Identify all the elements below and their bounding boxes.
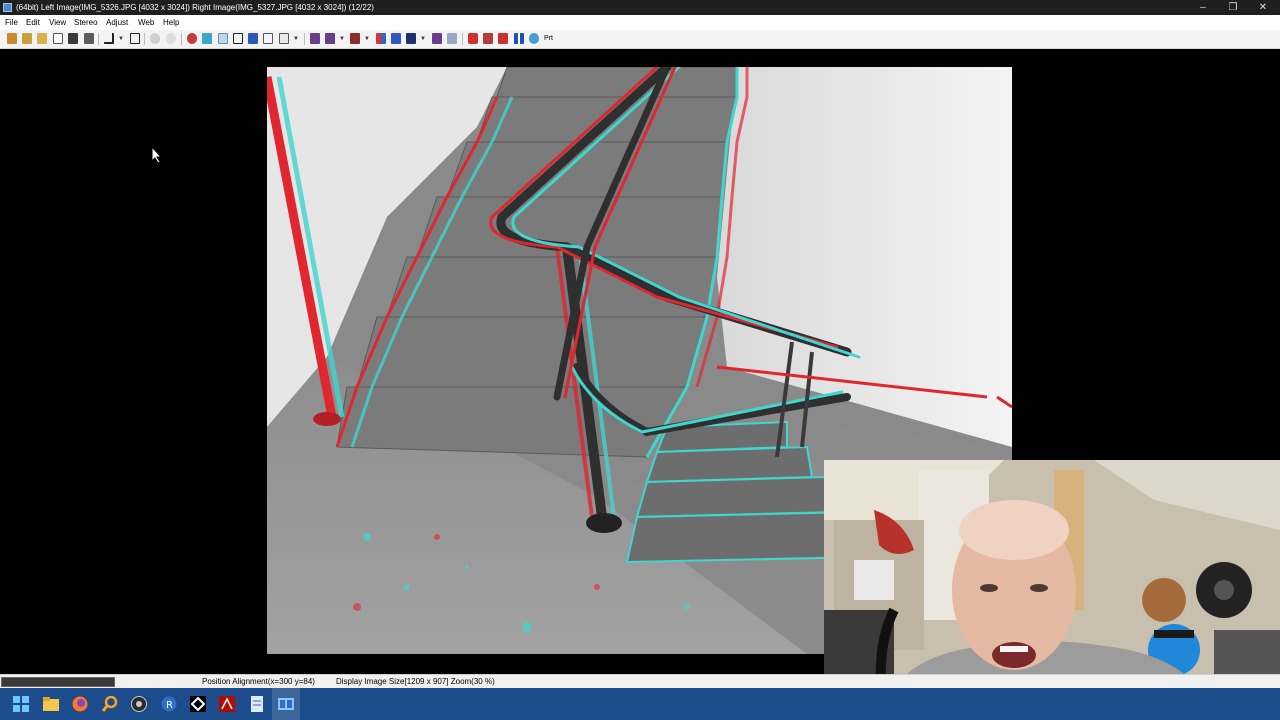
menu-help[interactable]: Help: [163, 15, 179, 30]
app-r-icon[interactable]: R: [161, 696, 177, 712]
toolbar: ▼ ▼ ▼ ▼ ▼ Prt: [0, 30, 1280, 49]
rotate-icon[interactable]: [483, 33, 493, 44]
unity-icon[interactable]: [190, 696, 206, 712]
new-image-icon[interactable]: [53, 33, 63, 44]
open-stereo-icon[interactable]: [7, 33, 17, 44]
undo-icon[interactable]: [150, 33, 160, 44]
previous-icon[interactable]: [248, 33, 258, 44]
menu-adjust[interactable]: Adjust: [106, 15, 128, 30]
redo-icon[interactable]: [166, 33, 176, 44]
grid-icon[interactable]: [263, 33, 273, 44]
taskbar: R: [0, 688, 1280, 720]
side-by-side-icon[interactable]: [310, 33, 320, 44]
stereophoto-maker-taskbar-item[interactable]: [272, 688, 300, 720]
cross-view-icon[interactable]: [325, 33, 335, 44]
progress-indicator: [1, 677, 115, 687]
zoom-icon[interactable]: [279, 33, 289, 44]
search-magnifier-icon[interactable]: [102, 696, 118, 712]
notepad-icon[interactable]: [249, 696, 265, 712]
anaglyph-icon[interactable]: [350, 33, 360, 44]
fullscreen-icon[interactable]: [233, 33, 243, 44]
minimize-button[interactable]: –: [1188, 0, 1218, 15]
zoom-dropdown-icon[interactable]: ▼: [293, 35, 299, 43]
pause-icon[interactable]: [514, 33, 524, 44]
open-left-right-icon[interactable]: [22, 33, 32, 44]
stereophoto-maker-icon: [278, 698, 294, 710]
app-icon: [3, 3, 12, 12]
firefox-icon[interactable]: [72, 696, 88, 712]
menu-bar: File Edit View Stereo Adjust Web Help: [0, 15, 1280, 30]
crop-dropdown-icon[interactable]: ▼: [118, 35, 124, 43]
align-grid-icon[interactable]: [498, 33, 508, 44]
obs-icon[interactable]: [131, 696, 147, 712]
toolbar-separator: [98, 33, 99, 45]
menu-web[interactable]: Web: [138, 15, 154, 30]
windows-start-icon[interactable]: [13, 696, 29, 712]
swipe-icon[interactable]: [406, 33, 416, 44]
auto-align-icon[interactable]: [187, 33, 197, 44]
toolbar-separator: [462, 33, 463, 45]
interlace-icon[interactable]: [376, 33, 386, 44]
toolbar-separator: [304, 33, 305, 45]
crop-icon[interactable]: [104, 33, 114, 44]
menu-file[interactable]: File: [5, 15, 18, 30]
mirror-icon[interactable]: [432, 33, 442, 44]
maximize-button[interactable]: ❐: [1218, 0, 1248, 15]
window-title: (64bit) Left Image(IMG_5326.JPG [4032 x …: [16, 3, 374, 12]
acrobat-icon[interactable]: [219, 696, 235, 712]
file-explorer-icon[interactable]: [43, 696, 59, 712]
toolbar-separator: [181, 33, 182, 45]
menu-stereo[interactable]: Stereo: [74, 15, 98, 30]
mouse-cursor-icon: [151, 146, 163, 164]
over-under-icon[interactable]: [391, 33, 401, 44]
fit-icon[interactable]: [130, 33, 140, 44]
menu-view[interactable]: View: [49, 15, 66, 30]
status-bar: Position Alignment(x=300 y=84) Display I…: [0, 674, 1280, 689]
status-position-alignment: Position Alignment(x=300 y=84): [202, 677, 315, 686]
toolbar-separator: [144, 33, 145, 45]
menu-edit[interactable]: Edit: [26, 15, 40, 30]
save-all-icon[interactable]: [84, 33, 94, 44]
red-marker-icon[interactable]: [468, 33, 478, 44]
anaglyph-dropdown-icon[interactable]: ▼: [364, 35, 370, 43]
view-dropdown-icon[interactable]: ▼: [339, 35, 345, 43]
status-display-size-zoom: Display Image Size[1209 x 907] Zoom(30 %…: [336, 677, 495, 686]
print-button[interactable]: Prt: [544, 33, 556, 44]
open-folder-icon[interactable]: [37, 33, 47, 44]
settings-icon[interactable]: [529, 33, 539, 44]
close-button[interactable]: ✕: [1248, 0, 1278, 15]
depth-icon[interactable]: [447, 33, 457, 44]
window-titlebar: (64bit) Left Image(IMG_5326.JPG [4032 x …: [0, 0, 1280, 15]
save-icon[interactable]: [68, 33, 78, 44]
swipe-dropdown-icon[interactable]: ▼: [420, 35, 426, 43]
easy-adjust-icon[interactable]: [202, 33, 212, 44]
window-icon[interactable]: [218, 33, 228, 44]
svg-text:R: R: [166, 700, 173, 711]
